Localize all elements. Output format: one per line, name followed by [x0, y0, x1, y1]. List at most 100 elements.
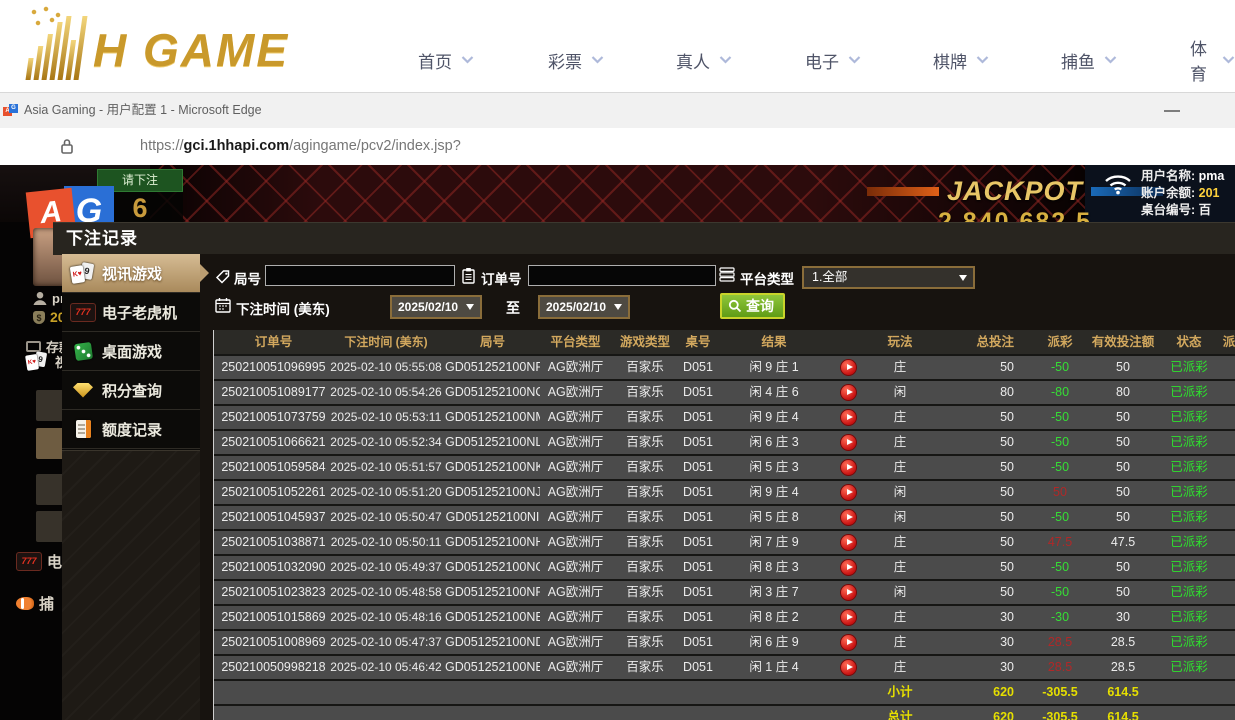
sidebar-item-table-games[interactable]: 桌面游戏	[62, 332, 200, 371]
cell-result: 闲 6 庄 9	[722, 632, 826, 653]
cell-status: 已派彩	[1156, 632, 1222, 653]
user-info-line: 账户余额: 201	[1141, 185, 1235, 202]
subtotal-row-cell-play-side: 小计	[870, 682, 930, 703]
table-row: 2502100510459372025-02-10 05:50:47GD0512…	[214, 504, 1235, 529]
cell-table-no: D051	[674, 532, 722, 553]
sidebar-item-slot-machines[interactable]: 电子老虎机	[62, 293, 200, 332]
cell-replay	[826, 582, 870, 603]
nav-item-3[interactable]: 真人	[676, 48, 732, 72]
sidebar-item-quota-records[interactable]: 额度记录	[62, 410, 200, 449]
order-no-label: 订单号	[481, 268, 522, 288]
header-play-side: 玩法	[870, 332, 930, 353]
replay-button[interactable]	[841, 660, 856, 675]
cell-play-side: 庄	[870, 657, 930, 678]
round-no-input[interactable]	[265, 265, 455, 286]
date-from-select[interactable]: 2025/02/10	[390, 295, 482, 319]
user-info-value: pma	[1199, 169, 1225, 183]
platform-type-select[interactable]: 1.全部	[802, 266, 975, 289]
date-to-select[interactable]: 2025/02/10	[538, 295, 630, 319]
cell-table-no: D051	[674, 507, 722, 528]
cell-round-no: GD051252100ND	[444, 632, 540, 653]
cell-valid-bet: 28.5	[1090, 657, 1156, 678]
replay-button[interactable]	[841, 435, 856, 450]
edge-urlbar[interactable]: https://gci.1hhapi.com/agingame/pcv2/ind…	[0, 128, 1235, 166]
playing-cards-icon	[25, 352, 48, 371]
cell-table-no: D051	[674, 457, 722, 478]
header-round-no: 局号	[444, 332, 540, 353]
replay-button[interactable]	[841, 560, 856, 575]
nav-item-4[interactable]: 电子	[805, 48, 861, 72]
header-valid-bet: 有效投注额	[1090, 332, 1156, 353]
cell-bet-time: 2025-02-10 05:48:58	[326, 582, 444, 603]
ag-favicon-icon: AG	[3, 104, 19, 118]
replay-button[interactable]	[841, 585, 856, 600]
modal-body: 视讯游戏电子老虎机桌面游戏积分查询额度记录 局号 订单号 平台类型	[62, 254, 1235, 720]
cell-replay	[826, 607, 870, 628]
replay-button[interactable]	[841, 535, 856, 550]
minimize-button[interactable]	[1150, 99, 1194, 123]
dropdown-caret-icon	[466, 304, 474, 310]
cell-result: 闲 9 庄 1	[722, 357, 826, 378]
cell-play-side: 庄	[870, 557, 930, 578]
cell-total-bet: 50	[930, 582, 1030, 603]
nav-item-6[interactable]: 捕鱼	[1061, 48, 1117, 72]
cell-order-no: 250210051008969	[214, 632, 326, 653]
replay-button[interactable]	[841, 485, 856, 500]
cell-order-no: 250210051045937	[214, 507, 326, 528]
user-info-value: 201	[1199, 186, 1220, 200]
nav-label: 首页	[418, 48, 452, 73]
search-button[interactable]: 查询	[720, 293, 785, 319]
nav-item-5[interactable]: 棋牌	[933, 48, 989, 72]
dropdown-caret-icon	[959, 275, 967, 281]
cell-payout: -50	[1030, 407, 1090, 428]
user-info-label: 桌台编号:	[1141, 203, 1199, 217]
user-info-line: 用户名称: pma	[1141, 168, 1235, 185]
cell-game-type: 百家乐	[608, 607, 674, 628]
nav-item-2[interactable]: 彩票	[548, 48, 604, 72]
replay-button[interactable]	[841, 460, 856, 475]
cell-payout: -80	[1030, 382, 1090, 403]
cell-total-bet: 50	[930, 532, 1030, 553]
cell-round-no: GD051252100NB	[444, 657, 540, 678]
replay-button[interactable]	[841, 635, 856, 650]
cell-payout: -30	[1030, 607, 1090, 628]
url-text[interactable]: https://gci.1hhapi.com/agingame/pcv2/ind…	[140, 128, 461, 164]
menu-icon-wrap	[70, 420, 96, 438]
edge-titlebar: AG Asia Gaming - 用户配置 1 - Microsoft Edge	[0, 92, 1235, 130]
menu-item-label: 额度记录	[102, 419, 162, 440]
url-prefix: https://	[140, 138, 184, 154]
sidebar-item-video-games[interactable]: 视讯游戏	[62, 254, 200, 293]
bag-icon	[33, 311, 45, 324]
replay-button[interactable]	[841, 410, 856, 425]
table-row: 2502100510969952025-02-10 05:55:08GD0512…	[214, 354, 1235, 379]
table-row: 2502100510320902025-02-10 05:49:37GD0512…	[214, 554, 1235, 579]
nav-item-7[interactable]: 体育	[1190, 48, 1235, 72]
sidebar-item-points-query[interactable]: 积分查询	[62, 371, 200, 410]
header-order-no: 订单号	[214, 332, 326, 353]
table-row: 2502100510522612025-02-10 05:51:20GD0512…	[214, 479, 1235, 504]
order-no-input[interactable]	[528, 265, 716, 286]
cell-status: 已派彩	[1156, 482, 1222, 503]
replay-button[interactable]	[841, 385, 856, 400]
cell-replay	[826, 532, 870, 553]
replay-button[interactable]	[841, 510, 856, 525]
nav-item-1[interactable]: 首页	[418, 48, 474, 72]
table-row: 2502100509982182025-02-10 05:46:42GD0512…	[214, 654, 1235, 679]
cell-replay	[826, 457, 870, 478]
cell-play-side: 闲	[870, 582, 930, 603]
cell-replay	[826, 657, 870, 678]
cell-bet-time: 2025-02-10 05:51:57	[326, 457, 444, 478]
modal-content: 局号 订单号 平台类型 1.全部 下注时	[200, 254, 1235, 720]
cell-status: 已派彩	[1156, 657, 1222, 678]
cell-bet-time: 2025-02-10 05:47:37	[326, 632, 444, 653]
cell-result: 闲 8 庄 2	[722, 607, 826, 628]
cell-platform-type: AG欧洲厅	[540, 382, 608, 403]
cell-result: 闲 6 庄 3	[722, 432, 826, 453]
cell-table-no: D051	[674, 357, 722, 378]
cell-game-type: 百家乐	[608, 532, 674, 553]
replay-button[interactable]	[841, 360, 856, 375]
cell-total-bet: 50	[930, 482, 1030, 503]
cell-result: 闲 8 庄 3	[722, 557, 826, 578]
document-icon	[76, 420, 91, 438]
replay-button[interactable]	[841, 610, 856, 625]
